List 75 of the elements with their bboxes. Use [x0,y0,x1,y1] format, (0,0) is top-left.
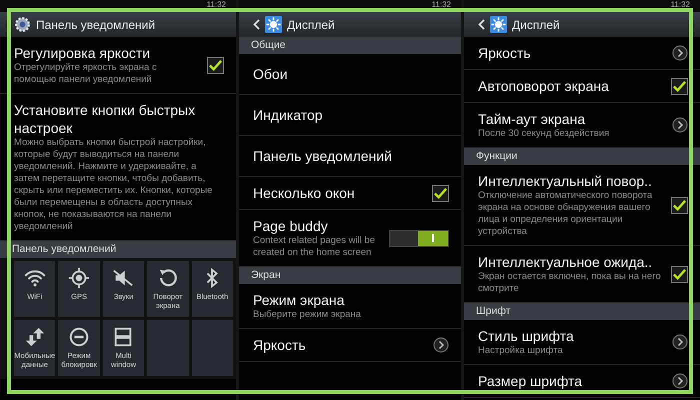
row-title: Page buddy [253,217,329,235]
chevron-icon [672,373,688,389]
back-icon [253,19,260,30]
split-window-icon [112,326,134,348]
section-header: Общие [239,37,461,54]
muted-speaker-icon [112,267,134,289]
settings-row[interactable]: Интеллектуальный повор.. Отключение автоматического поворота экрана на основе обнаружения вашего лица и определения ориентации устройства [464,165,700,246]
status-time: 11:32 [432,0,451,11]
chevron-icon [672,45,688,61]
row-title: Регулировка яркости [14,44,152,62]
row-title: Интеллектуальный повор.. [478,172,653,190]
row-title: Яркость [478,44,532,62]
row-title: Тайм-аут экрана [478,110,586,128]
checkbox[interactable] [671,266,688,282]
settings-row[interactable]: Индикатор [239,95,461,136]
block-icon [68,326,90,348]
row-title: Установите кнопки быстрых настроек [14,101,196,137]
screen-title: Дисплей [287,16,335,34]
screen-title: Панель уведомлений [36,16,156,34]
status-time: 11:32 [206,0,226,11]
checkbox[interactable] [432,184,449,202]
row-subtitle: После 30 секунд бездействия [478,128,610,140]
display-settings-icon [265,16,282,33]
status-time: 11:32 [670,0,690,11]
section-header: Экран [239,267,461,284]
row-subtitle: Можно выбрать кнопки быстрой настройки, которые будут выводиться на панели уведомлений. Нажмите и удерживайте, а затем перетащите кнопки, чтобы добавить, скрыть или переместить их. Кнопки, которые были перемещены в область доступных кнопок, не показываются на панели уведомлений [14,137,214,233]
settings-row[interactable]: Панель уведомлений [239,136,461,177]
row-title: Интеллектуальное ожида.. [478,253,654,271]
row-title: Стиль шрифта [478,327,575,345]
row-title: Режим экрана [253,291,346,309]
row-title: Размер шрифта [478,372,584,390]
crosshair-icon [68,267,90,289]
chevron-icon [433,337,449,353]
check-icon [672,198,687,212]
data-arrows-icon [24,326,46,348]
row-title: Несколько окон [253,184,356,202]
screen-title: Дисплей [512,16,560,34]
settings-row[interactable]: Яркость [239,329,461,362]
settings-row[interactable]: Автоповорот экрана [464,70,700,103]
check-icon [672,266,687,282]
row-subtitle: Context related pages will be created on the home screen [253,235,376,259]
section-header: Функции [464,148,700,165]
row-subtitle: Настройка шрифта [478,345,564,357]
check-icon [672,78,687,94]
row-subtitle: Выберите режим экрана [253,309,362,321]
check-icon [208,58,223,72]
empty-tile [192,320,233,376]
row-title: Панель уведомлений [253,147,393,165]
settings-row[interactable]: Регулировка яркости Отрегулируйте яркость экрана с помощью панели уведомлений [0,37,236,94]
section-header: Панель уведомлений [0,241,236,258]
checkbox[interactable] [671,196,688,214]
settings-row[interactable]: Несколько окон [239,177,461,210]
settings-row[interactable]: Размер шрифта [464,365,700,398]
row-title: Обои [253,65,289,83]
gear-icon [14,16,31,33]
settings-row[interactable]: Стиль шрифта Настройка шрифта [464,320,700,365]
settings-row[interactable]: Режим экрана Выберите режим экрана [239,284,461,329]
row-title: Автоповорот экрана [478,77,610,95]
row-subtitle: Отрегулируйте яркость экрана с помощью панели уведомлений [14,62,158,86]
chevron-icon [672,334,688,350]
check-icon [433,186,448,200]
settings-row[interactable]: Яркость [464,37,700,70]
row-title: Яркость [253,336,307,354]
back-icon [478,19,485,30]
row-title: Индикатор [253,106,324,124]
toggle-switch[interactable] [389,230,449,246]
chevron-icon [672,117,688,133]
checkbox[interactable] [207,56,224,74]
checkbox[interactable] [671,78,688,94]
settings-row[interactable]: Обои [239,54,461,95]
section-header: Шрифт [464,303,700,320]
row-subtitle: Отключение автоматического поворота экрана на основе обнаружения вашего лица и определения ориентации устройства [478,190,654,238]
row-subtitle: Экран остается включен, пока вы на него смотрите [478,271,662,295]
display-settings-icon [490,16,507,33]
empty-tile [147,320,189,376]
